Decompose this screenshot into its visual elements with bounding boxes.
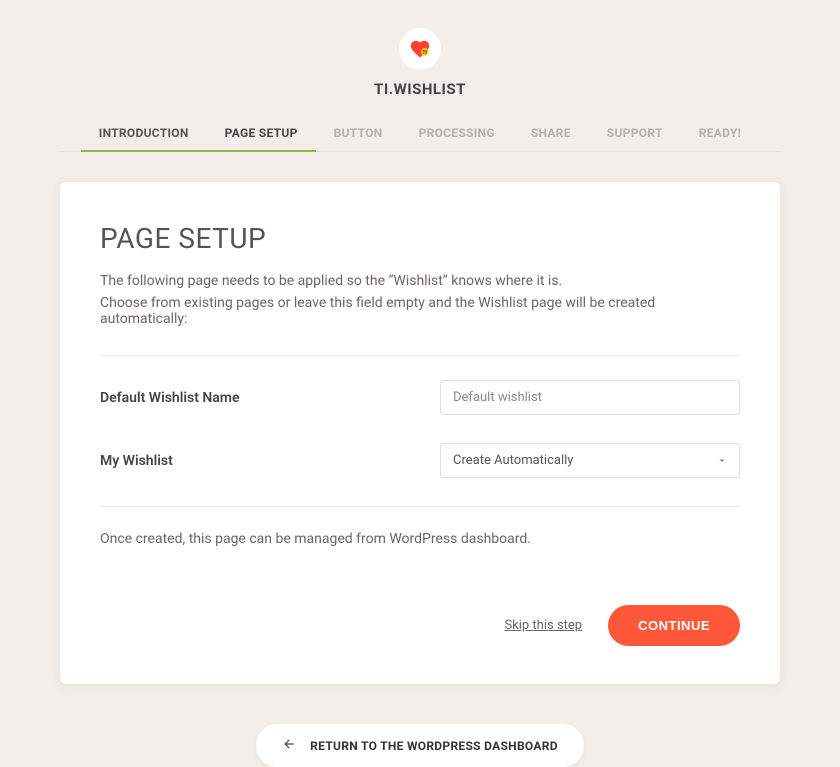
tab-page-setup[interactable]: PAGE SETUP bbox=[207, 116, 316, 152]
return-dashboard-button[interactable]: RETURN TO THE WORDPRESS DASHBOARD bbox=[256, 724, 584, 767]
my-wishlist-select[interactable]: Create Automatically bbox=[440, 443, 740, 478]
intro-text-1: The following page needs to be applied s… bbox=[100, 273, 740, 289]
setup-card: PAGE SETUP The following page needs to b… bbox=[60, 182, 780, 684]
divider bbox=[100, 355, 740, 356]
skip-link[interactable]: Skip this step bbox=[504, 618, 582, 633]
header: TI TI.WISHLIST bbox=[0, 28, 840, 98]
tab-processing[interactable]: PROCESSING bbox=[401, 116, 513, 152]
brand-logo: TI bbox=[399, 28, 441, 70]
wizard-tabs: INTRODUCTION PAGE SETUP BUTTON PROCESSIN… bbox=[60, 116, 780, 152]
divider bbox=[100, 506, 740, 507]
default-wishlist-name-input[interactable] bbox=[440, 380, 740, 415]
intro-text-2: Choose from existing pages or leave this… bbox=[100, 295, 740, 327]
continue-button[interactable]: CONTINUE bbox=[608, 605, 740, 646]
actions-row: Skip this step CONTINUE bbox=[100, 605, 740, 646]
arrow-left-icon bbox=[282, 736, 296, 755]
note-text: Once created, this page can be managed f… bbox=[100, 531, 740, 547]
label-default-wishlist-name: Default Wishlist Name bbox=[100, 390, 440, 406]
svg-text:TI: TI bbox=[422, 50, 426, 56]
footer: RETURN TO THE WORDPRESS DASHBOARD bbox=[0, 724, 840, 767]
tab-ready[interactable]: READY! bbox=[681, 116, 760, 152]
brand-title: TI.WISHLIST bbox=[0, 80, 840, 98]
label-my-wishlist: My Wishlist bbox=[100, 453, 440, 469]
heart-icon: TI bbox=[409, 38, 431, 60]
tab-share[interactable]: SHARE bbox=[513, 116, 589, 152]
form-row-my-wishlist: My Wishlist Create Automatically bbox=[100, 443, 740, 478]
form-row-default-wishlist-name: Default Wishlist Name bbox=[100, 380, 740, 415]
tab-support[interactable]: SUPPORT bbox=[589, 116, 681, 152]
tab-introduction[interactable]: INTRODUCTION bbox=[81, 116, 207, 152]
return-dashboard-label: RETURN TO THE WORDPRESS DASHBOARD bbox=[310, 739, 558, 753]
page-title: PAGE SETUP bbox=[100, 222, 740, 255]
tab-button[interactable]: BUTTON bbox=[316, 116, 401, 152]
